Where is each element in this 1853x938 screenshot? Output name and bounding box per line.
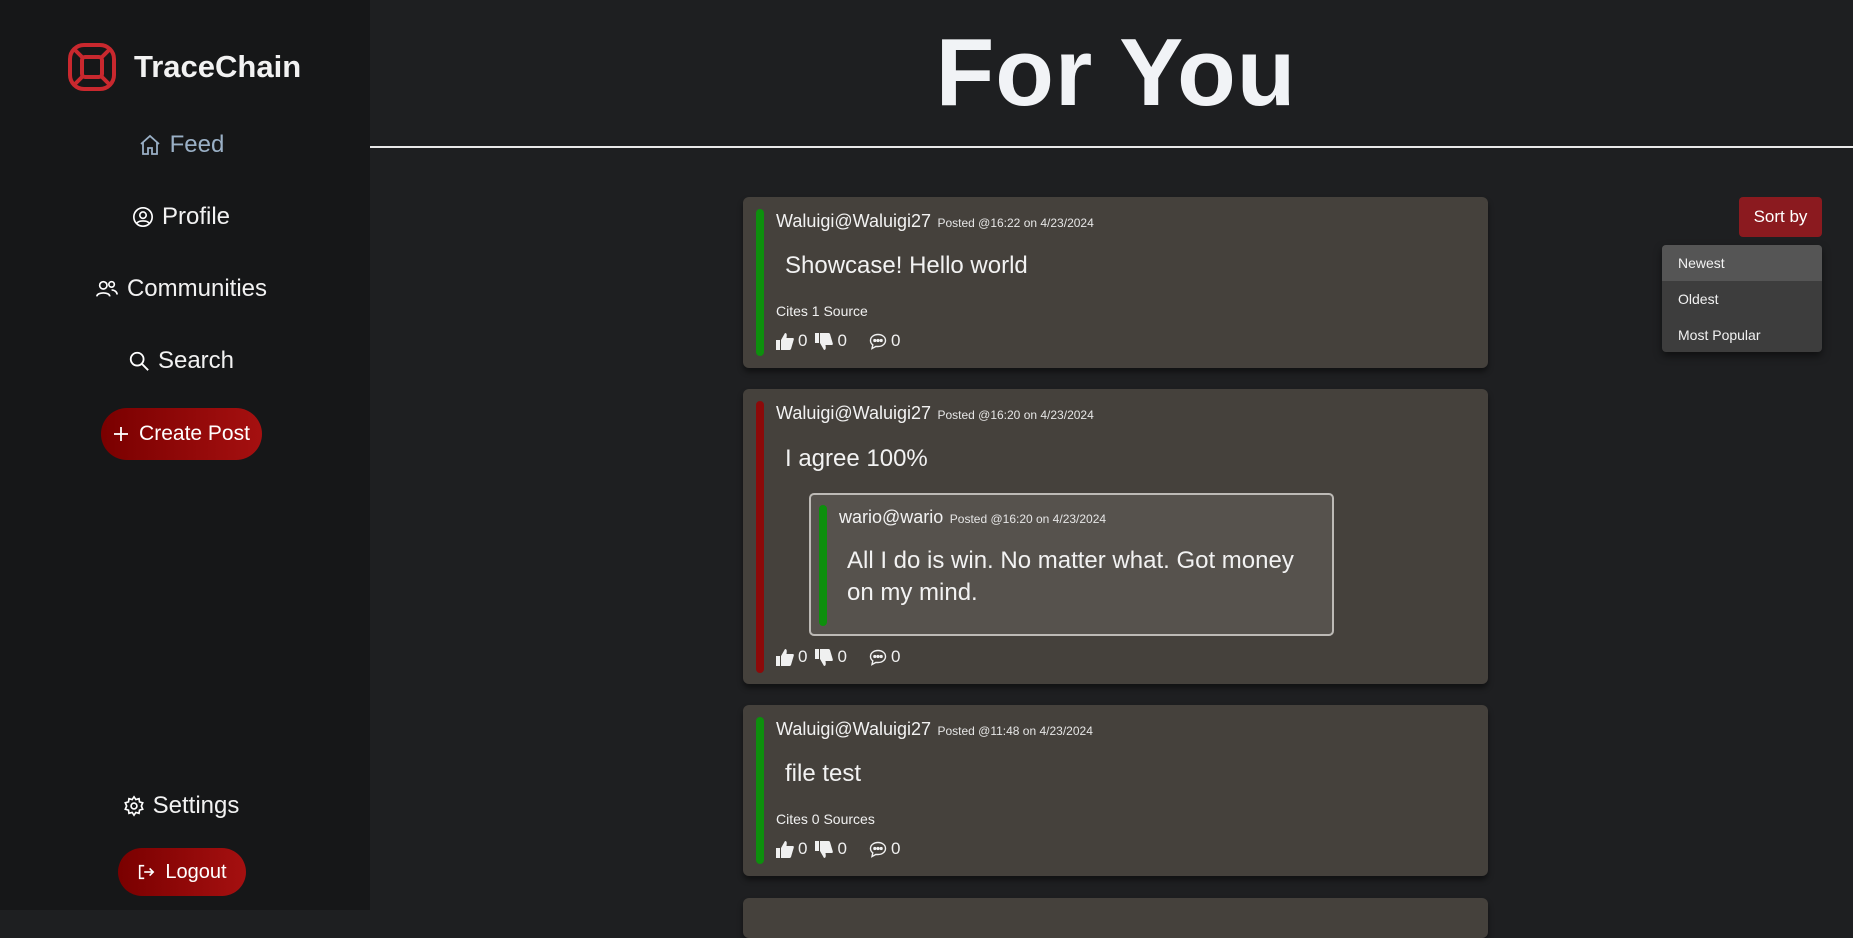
thumbs-down-icon [815,840,834,858]
post-actions: 0 0 0 [776,839,908,859]
comment-count: 0 [890,647,901,666]
comment-count: 0 [890,331,901,350]
nav-settings[interactable]: Settings [0,789,362,823]
dislike-count: 0 [837,331,847,350]
post-author[interactable]: Waluigi@Waluigi27 [776,719,931,739]
create-post-button[interactable]: Create Post [101,408,262,460]
gear-icon [123,795,144,817]
post-card[interactable] [743,898,1488,938]
quoted-timestamp: Posted @16:20 on 4/23/2024 [949,512,1107,526]
thumbs-up-icon [776,840,794,858]
sidebar: TraceChain Feed Profile Communities Sear… [0,0,370,910]
comment-count: 0 [890,839,901,858]
quoted-header: wario@wario Posted @16:20 on 4/23/2024 [839,507,1106,528]
post-card[interactable]: Waluigi@Waluigi27 Posted @11:48 on 4/23/… [743,705,1488,876]
post-timestamp: Posted @11:48 on 4/23/2024 [937,724,1093,738]
quoted-stance-bar [819,505,827,626]
post-cites[interactable]: Cites 1 Source [776,303,868,319]
dislike-button[interactable]: 0 [815,647,847,667]
post-timestamp: Posted @16:20 on 4/23/2024 [937,408,1094,422]
comment-icon [869,333,887,350]
nav-settings-label: Settings [152,792,240,819]
title-divider [370,146,1853,148]
thumbs-up-icon [776,332,794,350]
sort-by-button[interactable]: Sort by [1739,197,1822,237]
post-stance-bar [756,717,764,864]
nav-communities[interactable]: Communities [0,272,362,306]
post-cites[interactable]: Cites 0 Sources [776,811,875,827]
dislike-count: 0 [837,647,847,666]
users-icon [96,280,118,297]
like-count: 0 [798,331,808,350]
brand-title: TraceChain [134,49,302,84]
post-author[interactable]: Waluigi@Waluigi27 [776,403,931,423]
logout-icon [139,864,155,880]
sort-option-oldest[interactable]: Oldest [1662,281,1822,317]
brand[interactable]: TraceChain [66,41,301,93]
quoted-post[interactable]: wario@wario Posted @16:20 on 4/23/2024 A… [809,493,1334,636]
nav-communities-label: Communities [126,275,268,302]
like-count: 0 [798,647,808,666]
post-card[interactable]: Waluigi@Waluigi27 Posted @16:22 on 4/23/… [743,197,1488,368]
sort-dropdown: Newest Oldest Most Popular [1662,245,1822,352]
dislike-button[interactable]: 0 [815,839,847,859]
nav-profile[interactable]: Profile [0,200,362,234]
nav-feed[interactable]: Feed [0,128,362,162]
logout-button[interactable]: Logout [118,848,246,896]
post-body: I agree 100% [785,445,928,472]
post-stance-bar [756,209,764,356]
like-button[interactable]: 0 [776,331,807,351]
nav-feed-label: Feed [169,131,225,158]
post-actions: 0 0 0 [776,647,908,667]
nav-search[interactable]: Search [0,344,362,378]
post-actions: 0 0 0 [776,331,908,351]
nav-profile-label: Profile [161,203,231,230]
comment-button[interactable]: 0 [869,839,900,859]
thumbs-up-icon [776,648,794,666]
post-body: file test [785,760,862,787]
sort-option-most-popular[interactable]: Most Popular [1662,317,1822,353]
create-post-label: Create Post [139,422,250,445]
comment-button[interactable]: 0 [869,647,900,667]
tracechain-logo-icon [68,43,116,91]
dislike-button[interactable]: 0 [815,331,847,351]
quoted-author[interactable]: wario@wario [839,507,943,527]
comment-icon [869,841,887,858]
main-feed: For You Waluigi@Waluigi27 Posted @16:22 … [370,0,1853,938]
post-author[interactable]: Waluigi@Waluigi27 [776,211,931,231]
home-icon [140,134,160,155]
post-header: Waluigi@Waluigi27 Posted @16:20 on 4/23/… [776,403,1094,424]
post-stance-bar [756,401,764,673]
thumbs-down-icon [815,648,834,666]
like-count: 0 [798,839,808,858]
plus-icon [114,427,129,441]
like-button[interactable]: 0 [776,647,807,667]
thumbs-down-icon [815,332,834,350]
post-header: Waluigi@Waluigi27 Posted @11:48 on 4/23/… [776,719,1093,740]
post-header: Waluigi@Waluigi27 Posted @16:22 on 4/23/… [776,211,1094,232]
comment-button[interactable]: 0 [869,331,900,351]
sort-option-newest[interactable]: Newest [1662,245,1822,281]
nav-search-label: Search [157,347,235,374]
like-button[interactable]: 0 [776,839,807,859]
post-card[interactable]: Waluigi@Waluigi27 Posted @16:20 on 4/23/… [743,389,1488,684]
user-circle-icon [132,207,153,227]
post-timestamp: Posted @16:22 on 4/23/2024 [937,216,1094,230]
comment-icon [869,649,887,666]
post-body: Showcase! Hello world [785,252,1028,279]
logout-label: Logout [165,860,227,883]
page-title: For You [935,19,1297,126]
dislike-count: 0 [837,839,847,858]
quoted-body: All I do is win. No matter what. Got mon… [847,547,1294,606]
search-icon [129,351,149,371]
